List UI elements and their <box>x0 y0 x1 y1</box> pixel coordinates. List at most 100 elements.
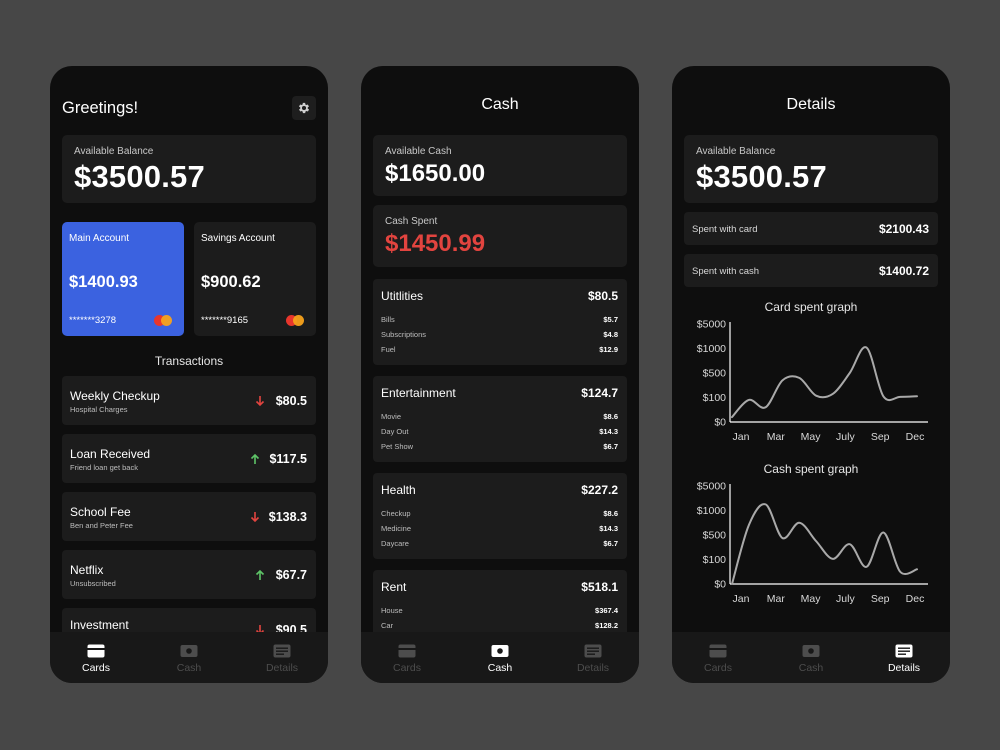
category-item: House $367.4 <box>381 606 618 615</box>
transaction-name: Netflix <box>70 563 104 577</box>
page-title: Details <box>786 96 836 113</box>
balance-panel: Available Balance $3500.57 <box>62 135 316 203</box>
transaction-name: Loan Received <box>70 447 151 461</box>
page-title: Cash <box>481 96 519 113</box>
transaction-amount: $90.5 <box>275 623 307 632</box>
tab-cash[interactable]: Cash <box>773 632 849 683</box>
transaction-subtitle: Hospital Charges <box>70 405 128 414</box>
arrow-down-icon <box>250 512 260 523</box>
tab-cash[interactable]: Cash <box>462 632 538 683</box>
available-cash-label: Available Cash <box>385 146 452 157</box>
x-tick-label: Jan <box>733 593 750 605</box>
arrow-up-icon <box>255 569 265 580</box>
tab-cards[interactable]: Cards <box>680 632 756 683</box>
settings-button[interactable] <box>292 96 316 120</box>
category-name: Rent <box>381 580 407 594</box>
spent-with-cash-row: Spent with cash $1400.72 <box>684 254 938 287</box>
category-name: Health <box>381 483 416 497</box>
transaction-row[interactable]: School Fee Ben and Peter Fee $138.3 <box>62 492 316 541</box>
spent-card-amount: $2100.43 <box>878 222 929 236</box>
category-item: Checkup $8.6 <box>381 509 618 518</box>
balance-panel: Available Balance $3500.57 <box>684 135 938 203</box>
category-card-utilities[interactable]: Utitlities $80.5 Bills $5.7 Subscriptions… <box>373 279 627 365</box>
x-tick-label: July <box>836 593 855 605</box>
card-name: Main Account <box>69 233 130 244</box>
cash-icon <box>491 645 509 657</box>
item-label: Bills <box>381 315 395 324</box>
x-tick-label: Mar <box>767 431 786 443</box>
category-name: Utitlities <box>381 289 424 303</box>
y-tick-label: $500 <box>703 530 727 542</box>
tab-label: Details <box>576 662 610 674</box>
card-number: *******9165 <box>201 315 249 326</box>
spent-with-card-row: Spent with card $2100.43 <box>684 212 938 245</box>
category-card-health[interactable]: Health $227.2 Checkup $8.6 Medicine $14.3 … <box>373 473 627 559</box>
item-label: House <box>381 606 403 615</box>
tab-bar: Cards Cash Details <box>672 632 950 683</box>
tab-cards[interactable]: Cards <box>369 632 445 683</box>
transaction-amount: $80.5 <box>275 394 307 408</box>
main-account-card[interactable]: Main Account $1400.93 *******3278 <box>62 222 184 336</box>
item-label: Medicine <box>381 524 412 533</box>
item-value: $6.7 <box>603 442 618 451</box>
series-line <box>731 503 918 585</box>
category-item: Car $128.2 <box>381 621 618 630</box>
cash-spent-chart: $0 $100 $500 $1000 $5000 Jan Mar May July Sep Dec <box>697 481 928 605</box>
cash-spent-label: Cash Spent <box>385 216 438 227</box>
item-label: Subscriptions <box>381 330 427 339</box>
category-card-entertainment[interactable]: Entertainment $124.7 Movie $8.6 Day Out $1… <box>373 376 627 462</box>
y-tick-label: $0 <box>714 579 726 591</box>
category-card-rent[interactable]: Rent $518.1 House $367.4 Car $128.2 <box>373 570 627 632</box>
tab-cards[interactable]: Cards <box>58 632 134 683</box>
y-tick-label: $5000 <box>697 481 726 493</box>
tab-label: Cash <box>798 662 824 674</box>
transaction-row[interactable]: Loan Received Friend loan get back $117.… <box>62 434 316 483</box>
tab-label: Cards <box>703 662 732 674</box>
details-scroll-area[interactable]: Details Available Balance $3500.57 Spent… <box>672 66 950 632</box>
category-item: Pet Show $6.7 <box>381 442 618 451</box>
item-value: $8.6 <box>603 509 618 518</box>
item-value: $128.2 <box>595 621 618 630</box>
available-cash-amount: $1650.00 <box>385 160 486 187</box>
tab-label: Details <box>265 662 299 674</box>
savings-account-card[interactable]: Savings Account $900.62 *******9165 <box>194 222 316 336</box>
cash-scroll-area[interactable]: Cash Available Cash $1650.00 Cash Spent … <box>361 66 639 632</box>
tab-cash[interactable]: Cash <box>151 632 227 683</box>
y-tick-label: $0 <box>714 417 726 429</box>
y-tick-label: $100 <box>703 392 727 404</box>
y-tick-label: $1000 <box>697 343 726 355</box>
greeting-title: Greetings! <box>62 99 139 117</box>
arrow-down-icon <box>255 396 265 407</box>
x-tick-label: July <box>836 431 855 443</box>
transaction-row[interactable]: Netflix Unsubscribed $67.7 <box>62 550 316 599</box>
arrow-up-icon <box>250 453 260 464</box>
balance-amount: $3500.57 <box>74 159 205 194</box>
transaction-amount: $117.5 <box>269 452 307 466</box>
cash-icon <box>180 645 198 657</box>
category-total: $518.1 <box>581 580 618 594</box>
transaction-subtitle: Unsubscribed <box>70 579 116 588</box>
tab-details[interactable]: Details <box>866 632 942 683</box>
x-tick-label: May <box>801 593 822 605</box>
transaction-row[interactable]: Weekly Checkup Hospital Charges $80.5 <box>62 376 316 425</box>
cards-scroll-area[interactable]: Greetings! Available Balance $3500.57 Ma… <box>50 66 328 632</box>
transaction-amount: $67.7 <box>275 568 307 582</box>
tab-details[interactable]: Details <box>244 632 320 683</box>
card-name: Savings Account <box>201 233 275 244</box>
tab-details[interactable]: Details <box>555 632 631 683</box>
transaction-name: Investment <box>70 618 129 632</box>
details-icon <box>895 644 913 658</box>
balance-amount: $3500.57 <box>696 159 827 194</box>
transaction-row[interactable]: Investment $90.5 <box>62 608 316 632</box>
y-tick-label: $5000 <box>697 319 726 331</box>
item-value: $8.6 <box>603 412 618 421</box>
tab-label: Cards <box>392 662 421 674</box>
item-value: $6.7 <box>603 539 618 548</box>
spent-cash-label: Spent with cash <box>692 266 760 277</box>
available-cash-panel: Available Cash $1650.00 <box>373 135 627 196</box>
y-tick-label: $500 <box>703 368 727 380</box>
card-icon <box>709 644 727 658</box>
x-tick-label: May <box>801 431 822 443</box>
details-screen: Details Available Balance $3500.57 Spent… <box>672 66 950 683</box>
x-tick-label: Sep <box>871 593 890 605</box>
